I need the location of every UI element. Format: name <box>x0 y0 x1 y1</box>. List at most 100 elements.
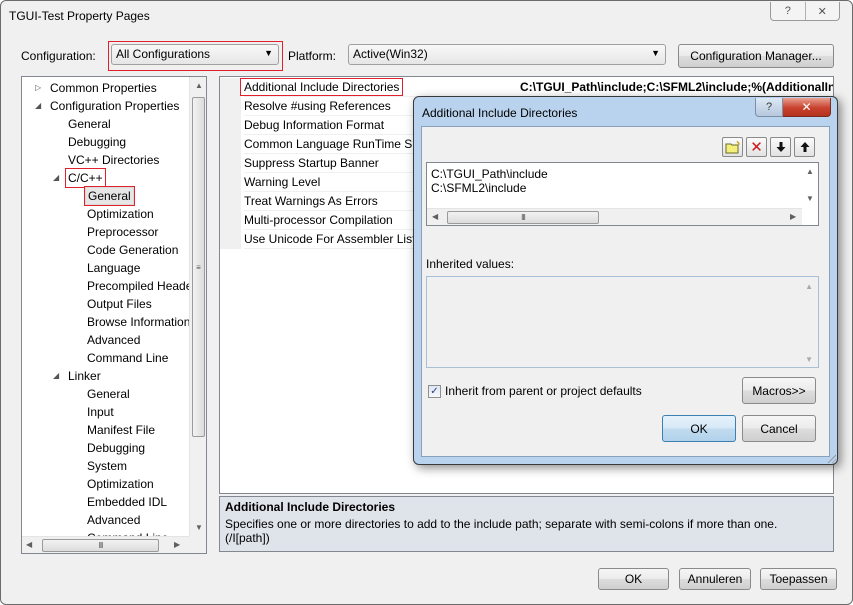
property-tree: ▷ Common Properties ◢ Configuration Propert… <box>21 76 207 554</box>
collapse-arrow-icon[interactable]: ◢ <box>53 367 59 385</box>
tree-item[interactable]: General <box>22 385 190 403</box>
help-icon: ? <box>765 101 773 113</box>
property-highlight <box>240 78 403 96</box>
list-hscroll-thumb[interactable]: III <box>447 211 599 224</box>
scroll-right-icon[interactable]: ▶ <box>790 212 796 221</box>
collapse-arrow-icon[interactable]: ◢ <box>53 169 59 187</box>
tree-item-label: General <box>84 186 135 206</box>
dialog-caption-buttons: ? ✕ <box>755 98 831 117</box>
tree-item[interactable]: VC++ Directories <box>22 151 190 169</box>
new-line-button[interactable] <box>722 137 743 157</box>
collapse-arrow-icon[interactable]: ◢ <box>35 97 41 115</box>
scroll-left-icon[interactable]: ◀ <box>432 212 438 221</box>
tree-item[interactable]: Embedded IDL <box>22 493 190 511</box>
platform-dropdown[interactable]: Active(Win32) ▼ <box>348 44 666 65</box>
inherit-checkbox[interactable]: ✓ <box>428 385 441 398</box>
window-title: TGUI-Test Property Pages <box>9 9 150 23</box>
directories-list[interactable]: C:\TGUI_Path\include C:\SFML2\include ▲ … <box>426 162 819 226</box>
scroll-down-icon[interactable]: ▼ <box>195 523 203 532</box>
tree-vertical-scrollbar[interactable]: ▲ ≡ ▼ <box>189 77 206 537</box>
caption-buttons: ? ✕ <box>770 2 840 21</box>
tree-item[interactable]: Command Line <box>22 349 190 367</box>
tree-item-label: Output Files <box>87 297 152 311</box>
tree-item-label: Browse Information <box>87 315 191 329</box>
scroll-up-icon[interactable]: ▲ <box>806 167 814 176</box>
list-vertical-scrollbar[interactable]: ▲ ▼ <box>801 163 818 208</box>
platform-label: Platform: <box>288 49 337 63</box>
tree-item-label: General <box>87 387 130 401</box>
ok-button[interactable]: OK <box>598 568 669 590</box>
tree-item-label: Command Line <box>87 351 169 365</box>
tree-item-label: Input <box>87 405 114 419</box>
tree-item[interactable]: Preprocessor <box>22 223 190 241</box>
tree-item-label: Manifest File <box>87 423 156 437</box>
directory-entry[interactable]: C:\SFML2\include <box>431 181 526 195</box>
tree-item[interactable]: Code Generation <box>22 241 190 259</box>
tree-item[interactable]: ◢ Linker <box>22 367 190 385</box>
row-gutter <box>220 97 241 116</box>
tree-item[interactable]: Debugging <box>22 133 190 151</box>
tree-item-label: Code Generation <box>87 243 179 257</box>
tree-item-label: Embedded IDL <box>87 495 168 509</box>
tree-item[interactable]: Advanced <box>22 331 190 349</box>
expand-arrow-icon[interactable]: ▷ <box>35 79 41 97</box>
cancel-button[interactable]: Annuleren <box>679 568 751 590</box>
tree-item-label: Language <box>87 261 141 275</box>
property-value[interactable]: C:\TGUI_Path\include;C:\SFML2\include;%(… <box>520 78 833 97</box>
scroll-right-icon[interactable]: ▶ <box>174 540 180 549</box>
tree-item[interactable]: General <box>22 115 190 133</box>
scroll-down-icon: ▼ <box>805 355 813 364</box>
description-panel: Additional Include Directories Specifies… <box>219 496 834 552</box>
configuration-label: Configuration: <box>21 49 96 63</box>
dialog-ok-button[interactable]: OK <box>662 415 736 442</box>
tree-item-label: C/C++ <box>65 168 106 188</box>
dialog-close-button[interactable]: ✕ <box>783 98 831 117</box>
tree-horizontal-scrollbar[interactable]: ◀ III ▶ <box>22 536 190 553</box>
tree-item[interactable]: Advanced <box>22 511 190 529</box>
inherit-checkbox-label[interactable]: Inherit from parent or project defaults <box>445 384 642 398</box>
tree-vscroll-thumb[interactable]: ≡ <box>192 97 205 437</box>
apply-button[interactable]: Toepassen <box>760 568 837 590</box>
tree-item[interactable]: ▷ Common Properties <box>22 79 190 97</box>
move-down-button[interactable] <box>770 137 791 157</box>
tree-item[interactable]: Optimization <box>22 475 190 493</box>
tree-item[interactable]: Output Files <box>22 295 190 313</box>
tree-item[interactable]: ◢ Configuration Properties <box>22 97 190 115</box>
tree-item-label: System <box>87 459 128 473</box>
tree-item-label: Linker <box>68 369 101 383</box>
scroll-down-icon[interactable]: ▼ <box>806 194 814 203</box>
chevron-down-icon: ▼ <box>651 48 660 58</box>
delete-button[interactable]: ✕ <box>746 137 767 157</box>
directory-entry[interactable]: C:\TGUI_Path\include <box>431 167 548 181</box>
tree-item[interactable]: Manifest File <box>22 421 190 439</box>
close-icon: ✕ <box>801 100 812 114</box>
dialog-help-button[interactable]: ? <box>755 98 783 117</box>
scroll-left-icon[interactable]: ◀ <box>26 540 32 549</box>
tree-item[interactable]: System <box>22 457 190 475</box>
tree-item-label: General <box>68 117 111 131</box>
move-up-button[interactable] <box>794 137 815 157</box>
tree-item[interactable]: Optimization <box>22 205 190 223</box>
tree-item[interactable]: Debugging <box>22 439 190 457</box>
tree-item[interactable]: Input <box>22 403 190 421</box>
grip-icon: ≡ <box>196 262 201 272</box>
tree-item-label: Advanced <box>87 333 141 347</box>
tree-item[interactable]: General <box>22 186 190 206</box>
tree-item[interactable]: Browse Information <box>22 313 190 331</box>
dialog-cancel-button[interactable]: Cancel <box>742 415 816 442</box>
configuration-manager-button[interactable]: Configuration Manager... <box>678 44 834 68</box>
list-horizontal-scrollbar[interactable]: ◀ III ▶ <box>427 208 802 225</box>
delete-x-icon: ✕ <box>750 139 763 156</box>
scroll-up-icon[interactable]: ▲ <box>195 81 203 90</box>
tree-item[interactable]: ◢ C/C++ <box>22 168 190 188</box>
tree-item-label: Optimization <box>87 477 154 491</box>
tree-item[interactable]: Language <box>22 259 190 277</box>
tree-item[interactable]: Precompiled Headers <box>22 277 202 295</box>
tree-hscroll-thumb[interactable]: III <box>42 539 159 552</box>
tree-item-label: Advanced <box>87 513 141 527</box>
row-gutter <box>220 135 241 154</box>
arrow-down-icon <box>776 142 785 152</box>
macros-button[interactable]: Macros>> <box>742 377 816 404</box>
close-button[interactable]: ✕ <box>804 2 840 20</box>
help-button[interactable]: ? <box>771 2 805 20</box>
